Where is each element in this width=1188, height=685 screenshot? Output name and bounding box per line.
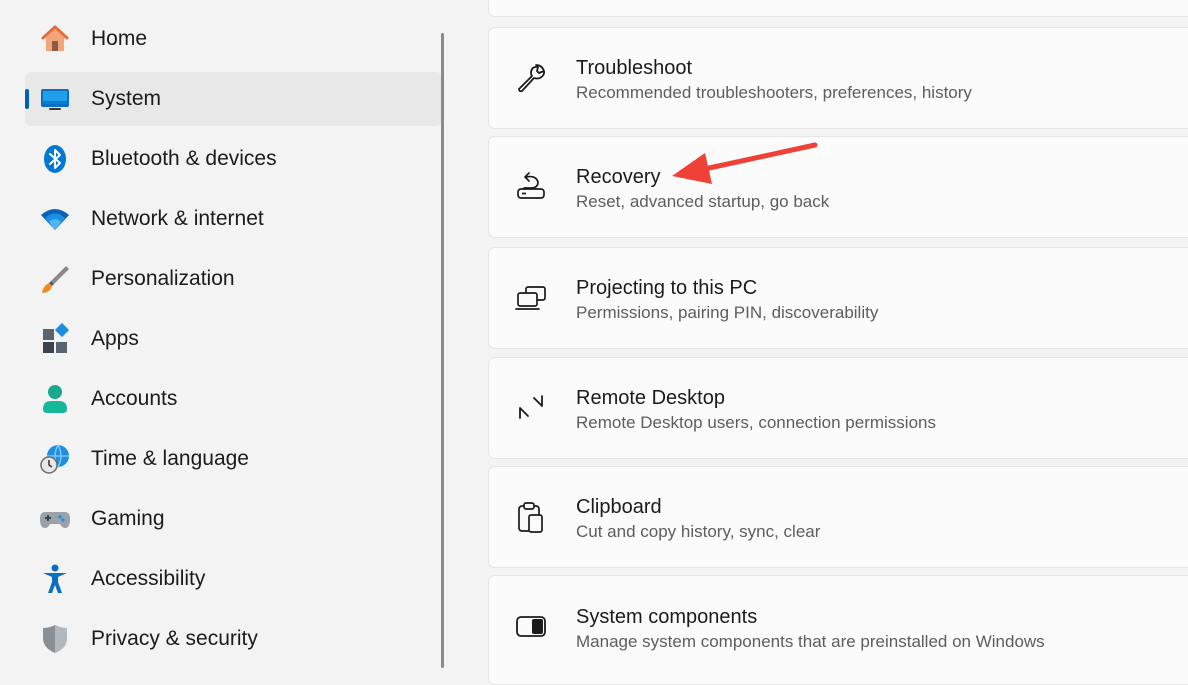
remote-desktop-icon <box>514 391 548 425</box>
sidebar-item-label: Personalization <box>91 267 235 290</box>
card-subtitle: Recommended troubleshooters, preferences… <box>576 83 972 102</box>
sidebar-item-accounts[interactable]: Accounts <box>25 372 442 426</box>
wifi-icon <box>39 203 71 235</box>
globe-clock-icon <box>39 443 71 475</box>
person-icon <box>39 383 71 415</box>
shield-icon <box>39 623 71 655</box>
wrench-icon <box>514 61 548 95</box>
card-title: Troubleshoot <box>576 57 692 79</box>
card-subtitle: Cut and copy history, sync, clear <box>576 522 821 541</box>
card-title: Remote Desktop <box>576 387 725 409</box>
sidebar-item-label: Home <box>91 27 148 50</box>
sidebar-item-accessibility[interactable]: Accessibility <box>25 552 442 606</box>
card-subtitle: Remote Desktop users, connection permiss… <box>576 413 936 432</box>
bluetooth-icon <box>39 143 71 175</box>
projecting-icon <box>514 281 548 315</box>
sidebar-item-label: Apps <box>91 327 139 350</box>
selection-indicator <box>25 89 29 109</box>
home-icon <box>39 23 71 55</box>
card-title: System components <box>576 606 758 628</box>
clipboard-icon <box>514 501 548 535</box>
paintbrush-icon <box>39 263 71 295</box>
sidebar-scrollbar[interactable] <box>441 33 444 668</box>
sidebar-nav: Home System Bluetooth & devices Network … <box>0 0 446 668</box>
sidebar-item-label: System <box>91 87 162 110</box>
sidebar-item-time-language[interactable]: Time & language <box>25 432 442 486</box>
card-title: Projecting to this PC <box>576 277 758 299</box>
sidebar-item-system[interactable]: System <box>25 72 442 126</box>
card-subtitle: Reset, advanced startup, go back <box>576 192 830 211</box>
sidebar-item-gaming[interactable]: Gaming <box>25 492 442 546</box>
card-subtitle: Manage system components that are preins… <box>576 632 1045 651</box>
accessibility-icon <box>39 563 71 595</box>
card-title: Clipboard <box>576 496 662 518</box>
sidebar-item-label: Network & internet <box>91 207 264 230</box>
sidebar-item-personalization[interactable]: Personalization <box>25 252 442 306</box>
settings-card-system-components[interactable]: System components Manage system componen… <box>488 575 1188 685</box>
sidebar-item-label: Accounts <box>91 387 178 410</box>
sidebar-item-network[interactable]: Network & internet <box>25 192 442 246</box>
settings-card-troubleshoot[interactable]: Troubleshoot Recommended troubleshooters… <box>488 27 1188 129</box>
system-components-icon <box>514 610 548 644</box>
sidebar-item-label: Gaming <box>91 507 165 530</box>
recovery-icon <box>514 169 548 203</box>
sidebar-item-apps[interactable]: Apps <box>25 312 442 366</box>
sidebar-item-home[interactable]: Home <box>25 12 442 66</box>
apps-icon <box>39 323 71 355</box>
settings-card-projecting[interactable]: Projecting to this PC Permissions, pairi… <box>488 247 1188 349</box>
sidebar-item-bluetooth[interactable]: Bluetooth & devices <box>25 132 442 186</box>
sidebar-item-privacy-security[interactable]: Privacy & security <box>25 612 442 666</box>
card-subtitle: Permissions, pairing PIN, discoverabilit… <box>576 303 879 322</box>
sidebar-item-label: Time & language <box>91 447 249 470</box>
card-title: Recovery <box>576 166 661 188</box>
sidebar-item-label: Privacy & security <box>91 627 258 650</box>
settings-card-clipboard[interactable]: Clipboard Cut and copy history, sync, cl… <box>488 466 1188 568</box>
settings-card-remote-desktop[interactable]: Remote Desktop Remote Desktop users, con… <box>488 357 1188 459</box>
system-monitor-icon <box>39 83 71 115</box>
sidebar-item-label: Bluetooth & devices <box>91 147 277 170</box>
settings-card-partial[interactable] <box>488 0 1188 17</box>
gamepad-icon <box>39 503 71 535</box>
settings-card-recovery[interactable]: Recovery Reset, advanced startup, go bac… <box>488 136 1188 238</box>
sidebar-item-label: Accessibility <box>91 567 206 590</box>
